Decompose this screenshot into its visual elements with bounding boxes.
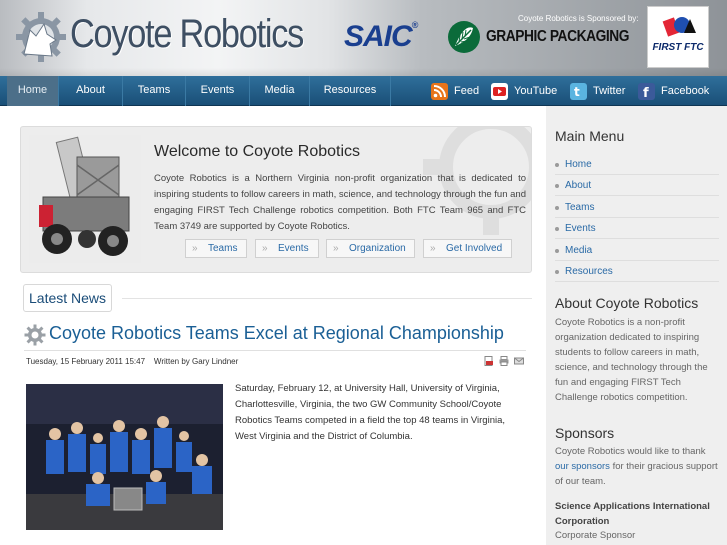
first-ftc-badge[interactable]: FIRST FTC [647, 6, 709, 68]
latest-news-heading: Latest News [23, 284, 113, 312]
graphic-packaging-leaf-icon[interactable] [447, 20, 481, 54]
sidebar-item-events[interactable]: Events [555, 218, 719, 239]
twitter-icon: t [570, 82, 587, 100]
svg-text:t: t [574, 85, 580, 99]
sidebar-item-teams[interactable]: Teams [555, 197, 719, 218]
sidebar-item-home[interactable]: Home [555, 154, 719, 175]
youtube-label: YouTube [514, 85, 558, 97]
feed-link[interactable]: Feed [431, 81, 479, 101]
article-body: Saturday, February 12, at University Hal… [235, 383, 506, 442]
site-header: Coyote Robotics Coyote Robotics is Spons… [0, 0, 727, 76]
nav-resources[interactable]: Resources [310, 76, 391, 106]
article-meta: Tuesday, 15 February 2011 15:47 Written … [26, 357, 239, 366]
twitter-label: Twitter [593, 85, 626, 97]
robot-photo [29, 135, 141, 263]
sponsors-text: Coyote Robotics would like to thank our … [555, 446, 718, 487]
main-menu-title: Main Menu [555, 128, 625, 144]
first-ftc-text: FIRST FTC [652, 42, 704, 53]
article-divider [24, 350, 526, 351]
welcome-title: Welcome to Coyote Robotics [154, 143, 361, 160]
coyote-gear-logo-icon[interactable] [14, 10, 68, 64]
sponsor-note: Coyote Robotics is Sponsored by: [518, 14, 639, 23]
sponsor-role: Corporate Sponsor [555, 530, 636, 541]
nav-events[interactable]: Events [186, 76, 250, 106]
our-sponsors-link[interactable]: our sponsors [555, 461, 610, 472]
sponsor-name: Science Applications International Corpo… [555, 501, 710, 527]
welcome-text: Coyote Robotics is a Northern Virginia n… [154, 173, 526, 232]
site-title[interactable]: Coyote Robotics [70, 12, 304, 57]
nav-about[interactable]: About [59, 76, 123, 106]
feed-label: Feed [454, 85, 480, 97]
youtube-link[interactable]: YouTube [491, 81, 557, 101]
about-title: About Coyote Robotics [555, 295, 699, 311]
nav-teams[interactable]: Teams [123, 76, 186, 106]
graphic-packaging-logo[interactable]: GRAPHIC PACKAGING [486, 28, 629, 46]
article-title-link[interactable]: Coyote Robotics Teams Excel at Regional … [49, 323, 504, 344]
sidebar: Main Menu Home About Teams Events Media … [546, 106, 727, 545]
team-photo [26, 384, 223, 530]
about-text: Coyote Robotics is a non-profit organiza… [555, 317, 708, 403]
sidebar-item-media[interactable]: Media [555, 240, 719, 261]
rss-icon [431, 82, 448, 100]
email-icon[interactable] [514, 356, 524, 366]
welcome-teams-button[interactable]: Teams [185, 239, 247, 258]
first-logo-icon [662, 17, 696, 37]
sponsors-title: Sponsors [555, 425, 615, 441]
main-nav: Home About Teams Events Media Resources … [0, 76, 727, 106]
youtube-icon [491, 82, 508, 100]
gear-icon [24, 324, 46, 346]
facebook-label: Facebook [661, 85, 710, 97]
welcome-panel: Welcome to Coyote Robotics Coyote Roboti… [20, 126, 532, 273]
nav-media[interactable]: Media [250, 76, 310, 106]
facebook-icon: f [638, 82, 655, 101]
section-divider [122, 298, 532, 299]
svg-text:f: f [643, 86, 649, 100]
sidebar-item-about[interactable]: About [555, 175, 719, 196]
pdf-icon[interactable] [484, 356, 494, 366]
facebook-link[interactable]: f Facebook [638, 81, 709, 101]
nav-home[interactable]: Home [7, 76, 59, 106]
twitter-link[interactable]: t Twitter [570, 81, 625, 101]
saic-logo[interactable]: SAIC® [344, 20, 418, 54]
welcome-events-button[interactable]: Events [255, 239, 319, 258]
welcome-organization-button[interactable]: Organization [326, 239, 415, 258]
sidebar-item-resources[interactable]: Resources [555, 261, 719, 282]
print-icon[interactable] [499, 356, 509, 366]
welcome-get-involved-button[interactable]: Get Involved [423, 239, 512, 258]
